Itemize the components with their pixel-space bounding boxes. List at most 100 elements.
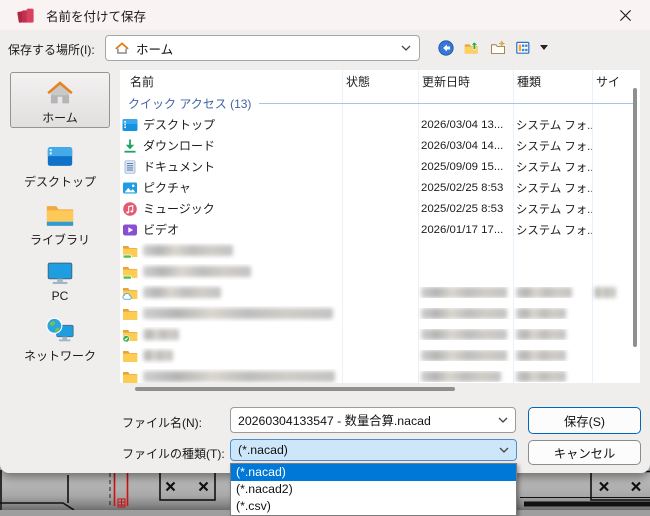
folder-sync-icon (122, 264, 138, 280)
file-row[interactable] (120, 282, 640, 303)
sidebar-item-home[interactable]: ホーム (10, 72, 110, 128)
redacted-text (143, 350, 173, 361)
horizontal-scrollbar[interactable] (135, 387, 455, 391)
chevron-down-icon (498, 417, 508, 424)
sidebar-item-network[interactable]: ネットワーク (10, 316, 110, 363)
redacted-text (516, 329, 566, 340)
file-row[interactable] (120, 324, 640, 345)
file-name-text: ドキュメント (143, 160, 216, 174)
new-folder-button[interactable] (487, 37, 508, 58)
sidebar-item-label: デスクトップ (23, 175, 96, 189)
save-button[interactable]: 保存(S) (528, 407, 641, 434)
column-header[interactable]: 名前 (120, 73, 342, 90)
cancel-button-label: キャンセル (553, 446, 616, 461)
app-icon (17, 7, 36, 24)
cell-date (418, 350, 513, 361)
redacted-text (143, 308, 333, 319)
places-sidebar: ホームデスクトップ ライブラリ PC ネットワーク (4, 70, 116, 386)
network-large-icon (45, 316, 75, 346)
cell-type: システム フォ... (516, 203, 592, 216)
close-icon (619, 9, 631, 21)
cell-name: ピクチャ (120, 179, 342, 196)
cell-date: 2025/02/25 8:53 (421, 202, 504, 215)
column-header-row: 名前 状態 更新日時 種類 サイ (120, 70, 640, 93)
file-row[interactable]: ドキュメント 2025/09/09 15... システム フォ... (120, 156, 640, 177)
redacted-text (516, 287, 572, 298)
group-header: クイック アクセス (13) (120, 93, 640, 114)
download-icon (122, 138, 138, 154)
file-type-dropdown: (*.nacad) (*.nacad2) (*.csv) (230, 463, 517, 516)
file-row[interactable]: ダウンロード 2026/03/04 14... システム フォ... (120, 135, 640, 156)
file-type-option[interactable]: (*.nacad) (231, 464, 516, 481)
sidebar-item-desktop[interactable]: デスクトップ (10, 142, 110, 189)
file-row[interactable] (120, 345, 640, 366)
home-large-icon (45, 78, 75, 108)
file-row[interactable] (120, 366, 640, 383)
file-row[interactable]: デスクトップ 2026/03/04 13... システム フォ... (120, 114, 640, 135)
folder-check-icon (122, 327, 138, 343)
title-bar: 名前を付けて保存 (0, 0, 650, 30)
sidebar-item-label: ネットワーク (23, 349, 96, 363)
redacted-text (421, 371, 501, 382)
views-icon (515, 40, 532, 56)
caret-down-icon[interactable] (540, 45, 548, 50)
redacted-text (143, 329, 179, 340)
sidebar-item-library[interactable]: ライブラリ (10, 200, 110, 247)
back-icon (437, 39, 454, 56)
redacted-text (143, 245, 233, 256)
save-location-combobox[interactable]: ホーム (105, 35, 420, 61)
file-row[interactable]: ビデオ 2026/01/17 17... システム フォ... (120, 219, 640, 240)
cell-name (120, 369, 342, 384)
file-type-option[interactable]: (*.nacad2) (231, 481, 516, 498)
file-name-text: ミュージック (143, 202, 215, 216)
column-header[interactable]: 状態 (342, 73, 418, 90)
cell-type: システム フォ... (516, 140, 592, 153)
up-one-level-button[interactable] (461, 37, 482, 58)
cancel-button[interactable]: キャンセル (528, 440, 641, 465)
desktop-icon (122, 117, 138, 133)
cell-date: 2025/02/25 8:53 (421, 181, 504, 194)
file-row[interactable] (120, 261, 640, 282)
cell-type (513, 308, 592, 319)
file-row[interactable]: ミュージック 2025/02/25 8:53 システム フォ... (120, 198, 640, 219)
cell-name (120, 348, 342, 364)
cell-date (418, 329, 513, 340)
videos-icon (122, 222, 138, 238)
redacted-text (143, 287, 221, 298)
file-type-combobox[interactable]: (*.nacad) (230, 439, 517, 461)
cell-type: システム フォ... (516, 182, 592, 195)
vertical-scrollbar[interactable] (633, 88, 637, 347)
save-location-label: 保存する場所(I): (8, 43, 95, 57)
file-row[interactable]: ピクチャ 2025/02/25 8:53 システム フォ... (120, 177, 640, 198)
back-button[interactable] (435, 37, 456, 58)
cell-name (120, 327, 342, 343)
cell-type (513, 350, 592, 361)
cell-date (418, 371, 513, 382)
cell-type: システム フォ... (516, 119, 592, 132)
cell-name: ダウンロード (120, 137, 342, 154)
column-header[interactable]: 更新日時 (418, 73, 513, 90)
cell-date: 2026/03/04 13... (421, 118, 504, 131)
file-type-option[interactable]: (*.csv) (231, 498, 516, 515)
desktop-large-icon (45, 142, 75, 172)
file-row[interactable] (120, 303, 640, 324)
window-title: 名前を付けて保存 (46, 9, 147, 24)
cell-name: ミュージック (120, 200, 342, 217)
file-name-value: 20260304133547 - 数量合算.nacad (238, 414, 431, 428)
file-type-value: (*.nacad) (238, 443, 288, 457)
redacted-text (421, 308, 507, 319)
cell-type: システム フォ... (516, 161, 592, 174)
cell-name (120, 306, 342, 322)
sidebar-item-label: ライブラリ (29, 233, 90, 247)
sidebar-item-pc[interactable]: PC (10, 258, 110, 304)
file-name-text: ビデオ (143, 223, 180, 237)
redacted-text (594, 287, 616, 298)
redacted-text (516, 308, 566, 319)
column-header[interactable]: 種類 (513, 73, 592, 90)
file-row[interactable] (120, 240, 640, 261)
pictures-icon (122, 180, 138, 196)
close-button[interactable] (610, 4, 640, 26)
chevron-down-icon (499, 447, 509, 454)
file-name-combobox[interactable]: 20260304133547 - 数量合算.nacad (230, 407, 516, 433)
view-menu-button[interactable] (513, 37, 534, 58)
